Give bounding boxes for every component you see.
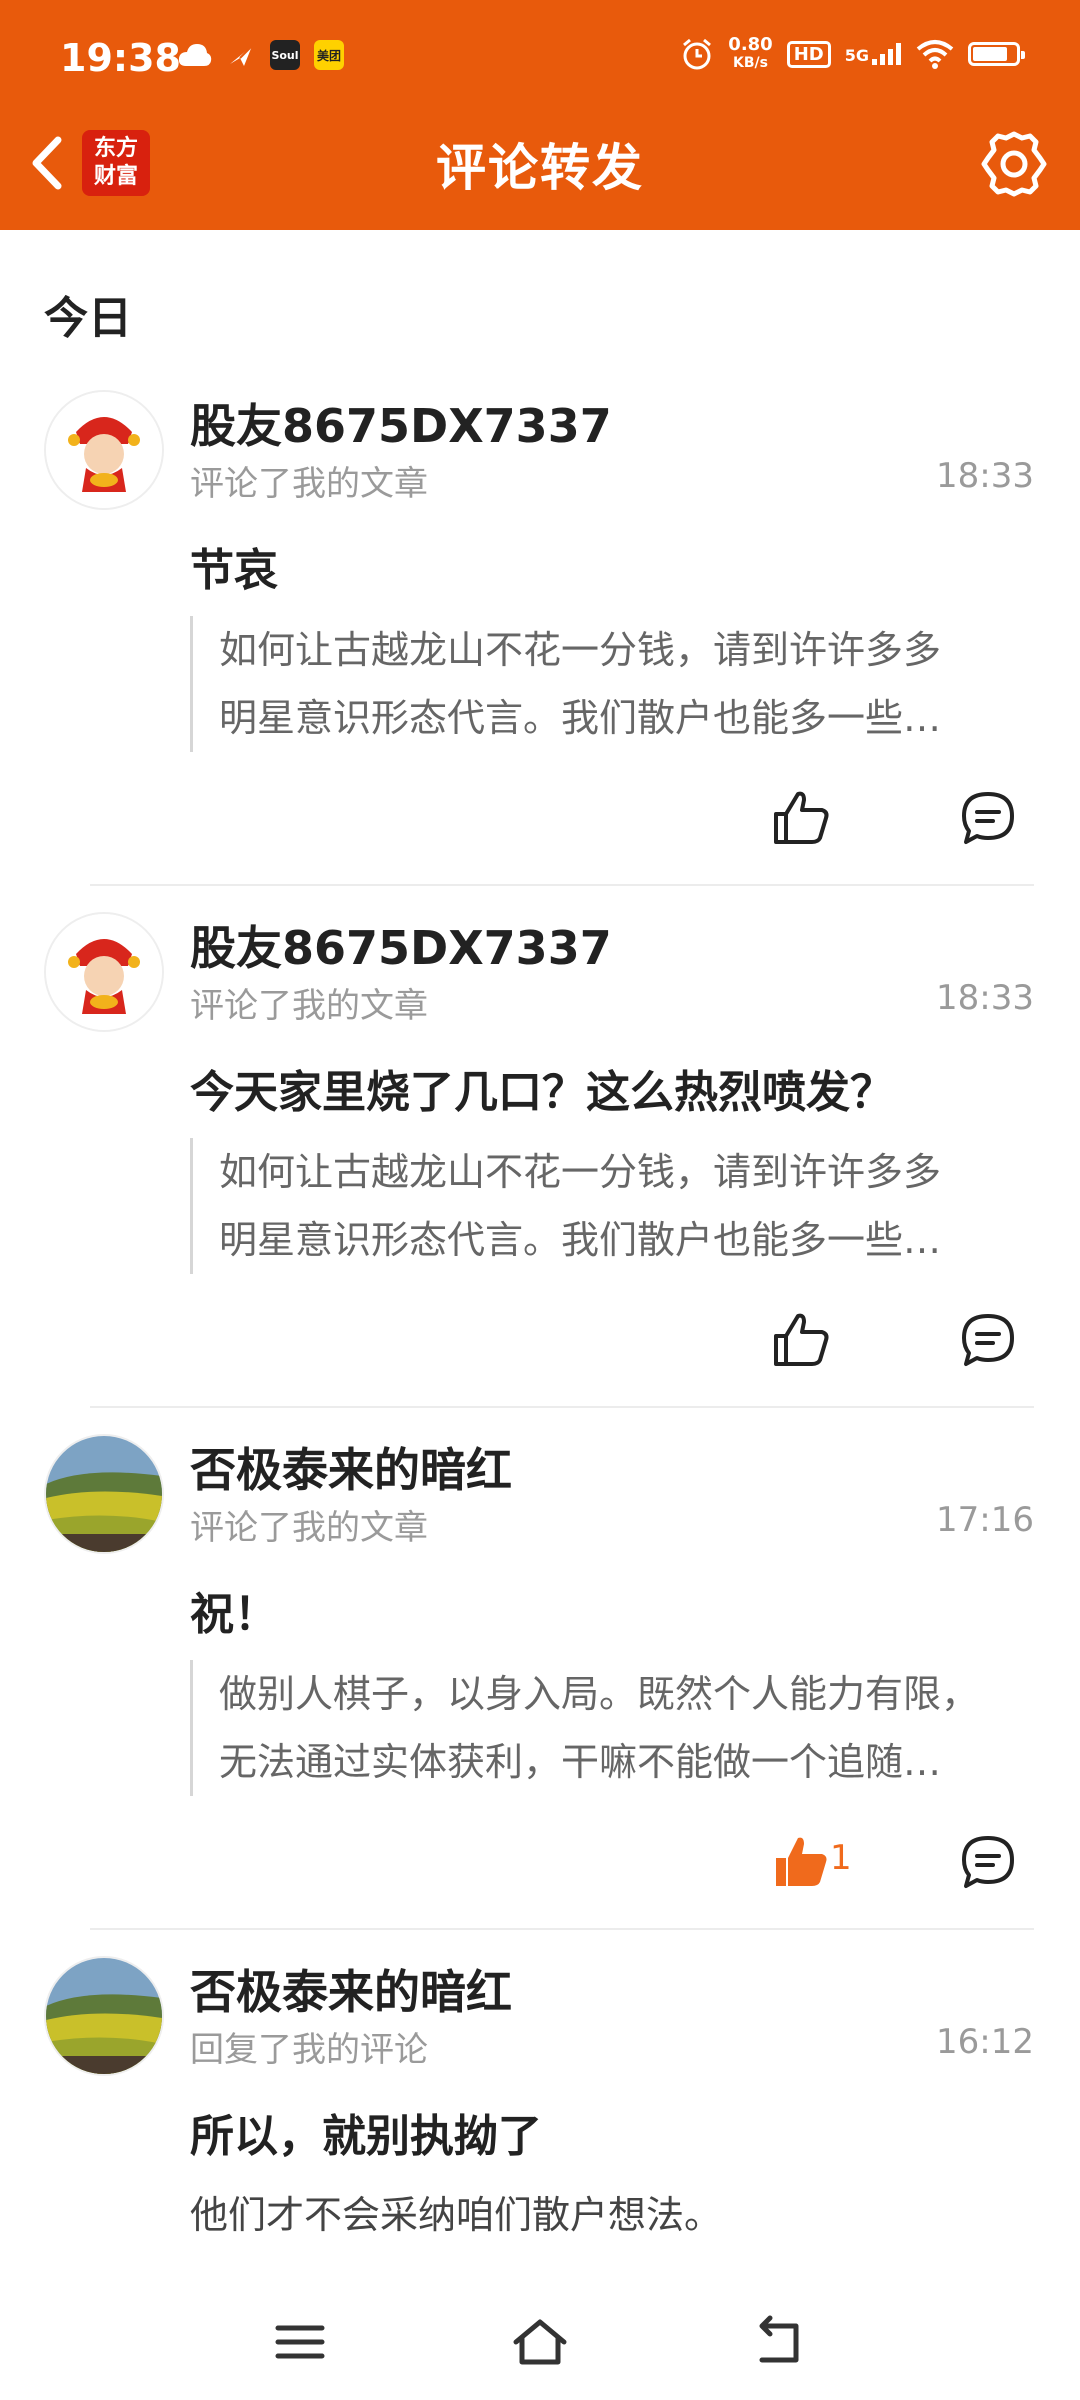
comment-text[interactable]: 今天家里烧了几口？这么热烈喷发？	[190, 1056, 894, 1120]
landscape-avatar-icon	[46, 1958, 162, 2074]
battery-icon	[968, 42, 1025, 66]
section-title-today: 今日	[44, 293, 132, 344]
alarm-icon	[683, 38, 712, 70]
system-nav-bar	[0, 2280, 1080, 2400]
comment-text[interactable]: 节哀	[190, 534, 278, 598]
avatar[interactable]	[44, 1434, 164, 1554]
user-name[interactable]: 股友8675DX7337	[190, 390, 612, 456]
status-time: 19:38	[60, 36, 181, 80]
avatar[interactable]	[44, 912, 164, 1032]
user-name[interactable]: 股友8675DX7337	[190, 912, 612, 978]
thumbs-up-icon[interactable]	[770, 786, 832, 848]
quote-line: 如何让古越龙山不花一分钱，请到许许多多	[219, 1150, 942, 1194]
activity-type: 评论了我的文章	[190, 464, 428, 504]
comment-text[interactable]: 祝！	[190, 1578, 278, 1642]
replied-comment[interactable]: 他们才不会采纳咱们散户想法。	[190, 2184, 722, 2239]
quote-line: 无法通过实体获利，干嘛不能做一个追随…	[219, 1740, 942, 1784]
status-indicators: 0.80 KB/s HD 5G	[680, 36, 1025, 72]
caishen-avatar-icon	[46, 914, 162, 1030]
activity-type: 评论了我的文章	[190, 1508, 428, 1548]
menu-icon[interactable]	[270, 2312, 330, 2372]
divider	[90, 1406, 1034, 1408]
comment-bubble-icon[interactable]	[958, 1310, 1018, 1370]
comment-bubble-icon[interactable]	[958, 788, 1018, 848]
home-icon[interactable]	[510, 2312, 570, 2372]
activity-type: 回复了我的评论	[190, 2030, 428, 2070]
divider	[90, 1928, 1034, 1930]
timestamp: 17:16	[936, 1500, 1034, 1540]
status-app-icons: Soul 美团	[178, 40, 344, 70]
quote-line: 明星意识形态代言。我们散户也能多一些…	[219, 1218, 942, 1262]
page-title: 评论转发	[436, 139, 644, 197]
app-header: 19:38 Soul 美团 0.80 KB/s HD 5G 东方 财富 评论转发	[0, 0, 1080, 230]
quote-line: 如何让古越龙山不花一分钱，请到许许多多	[219, 628, 942, 672]
user-name[interactable]: 否极泰来的暗红	[190, 1956, 512, 2022]
quoted-article[interactable]: 如何让古越龙山不花一分钱，请到许许多多 明星意识形态代言。我们散户也能多一些…	[190, 616, 1020, 752]
quoted-article[interactable]: 做别人棋子，以身入局。既然个人能力有限， 无法通过实体获利，干嘛不能做一个追随…	[190, 1660, 1020, 1796]
comment-text[interactable]: 所以，就别执拗了	[190, 2100, 542, 2164]
back-icon[interactable]	[750, 2312, 810, 2372]
network-label: 5G	[844, 46, 869, 65]
speed-unit: KB/s	[733, 55, 768, 71]
avatar[interactable]	[44, 1956, 164, 2076]
landscape-avatar-icon	[46, 1436, 162, 1552]
activity-type: 评论了我的文章	[190, 986, 428, 1026]
quote-line: 做别人棋子，以身入局。既然个人能力有限，	[219, 1672, 980, 1716]
signal-icon	[872, 43, 901, 65]
hd-badge: HD	[786, 40, 831, 68]
battery-level	[973, 47, 1007, 61]
meituan-app-icon: 美团	[314, 40, 344, 70]
timestamp: 16:12	[936, 2022, 1034, 2062]
cloud-icon	[178, 44, 212, 66]
network-speed: 0.80 KB/s	[728, 36, 772, 72]
timestamp: 18:33	[936, 978, 1034, 1018]
quote-line: 明星意识形态代言。我们散户也能多一些…	[219, 696, 942, 740]
wifi-icon	[916, 40, 954, 69]
speed-value: 0.80	[728, 34, 773, 55]
thumbs-up-icon[interactable]	[770, 1308, 832, 1370]
caishen-avatar-icon	[46, 392, 162, 508]
message-app-icon	[230, 45, 253, 66]
gear-icon[interactable]	[978, 128, 1050, 200]
quoted-article[interactable]: 如何让古越龙山不花一分钱，请到许许多多 明星意识形态代言。我们散户也能多一些…	[190, 1138, 1020, 1274]
avatar[interactable]	[44, 390, 164, 510]
thumbs-up-filled-icon[interactable]	[770, 1830, 832, 1892]
comment-bubble-icon[interactable]	[958, 1832, 1018, 1892]
like-count: 1	[830, 1838, 852, 1878]
divider	[90, 884, 1034, 886]
soul-app-icon: Soul	[270, 40, 300, 70]
user-name[interactable]: 否极泰来的暗红	[190, 1434, 512, 1500]
timestamp: 18:33	[936, 456, 1034, 496]
network-type: 5G	[845, 43, 902, 65]
